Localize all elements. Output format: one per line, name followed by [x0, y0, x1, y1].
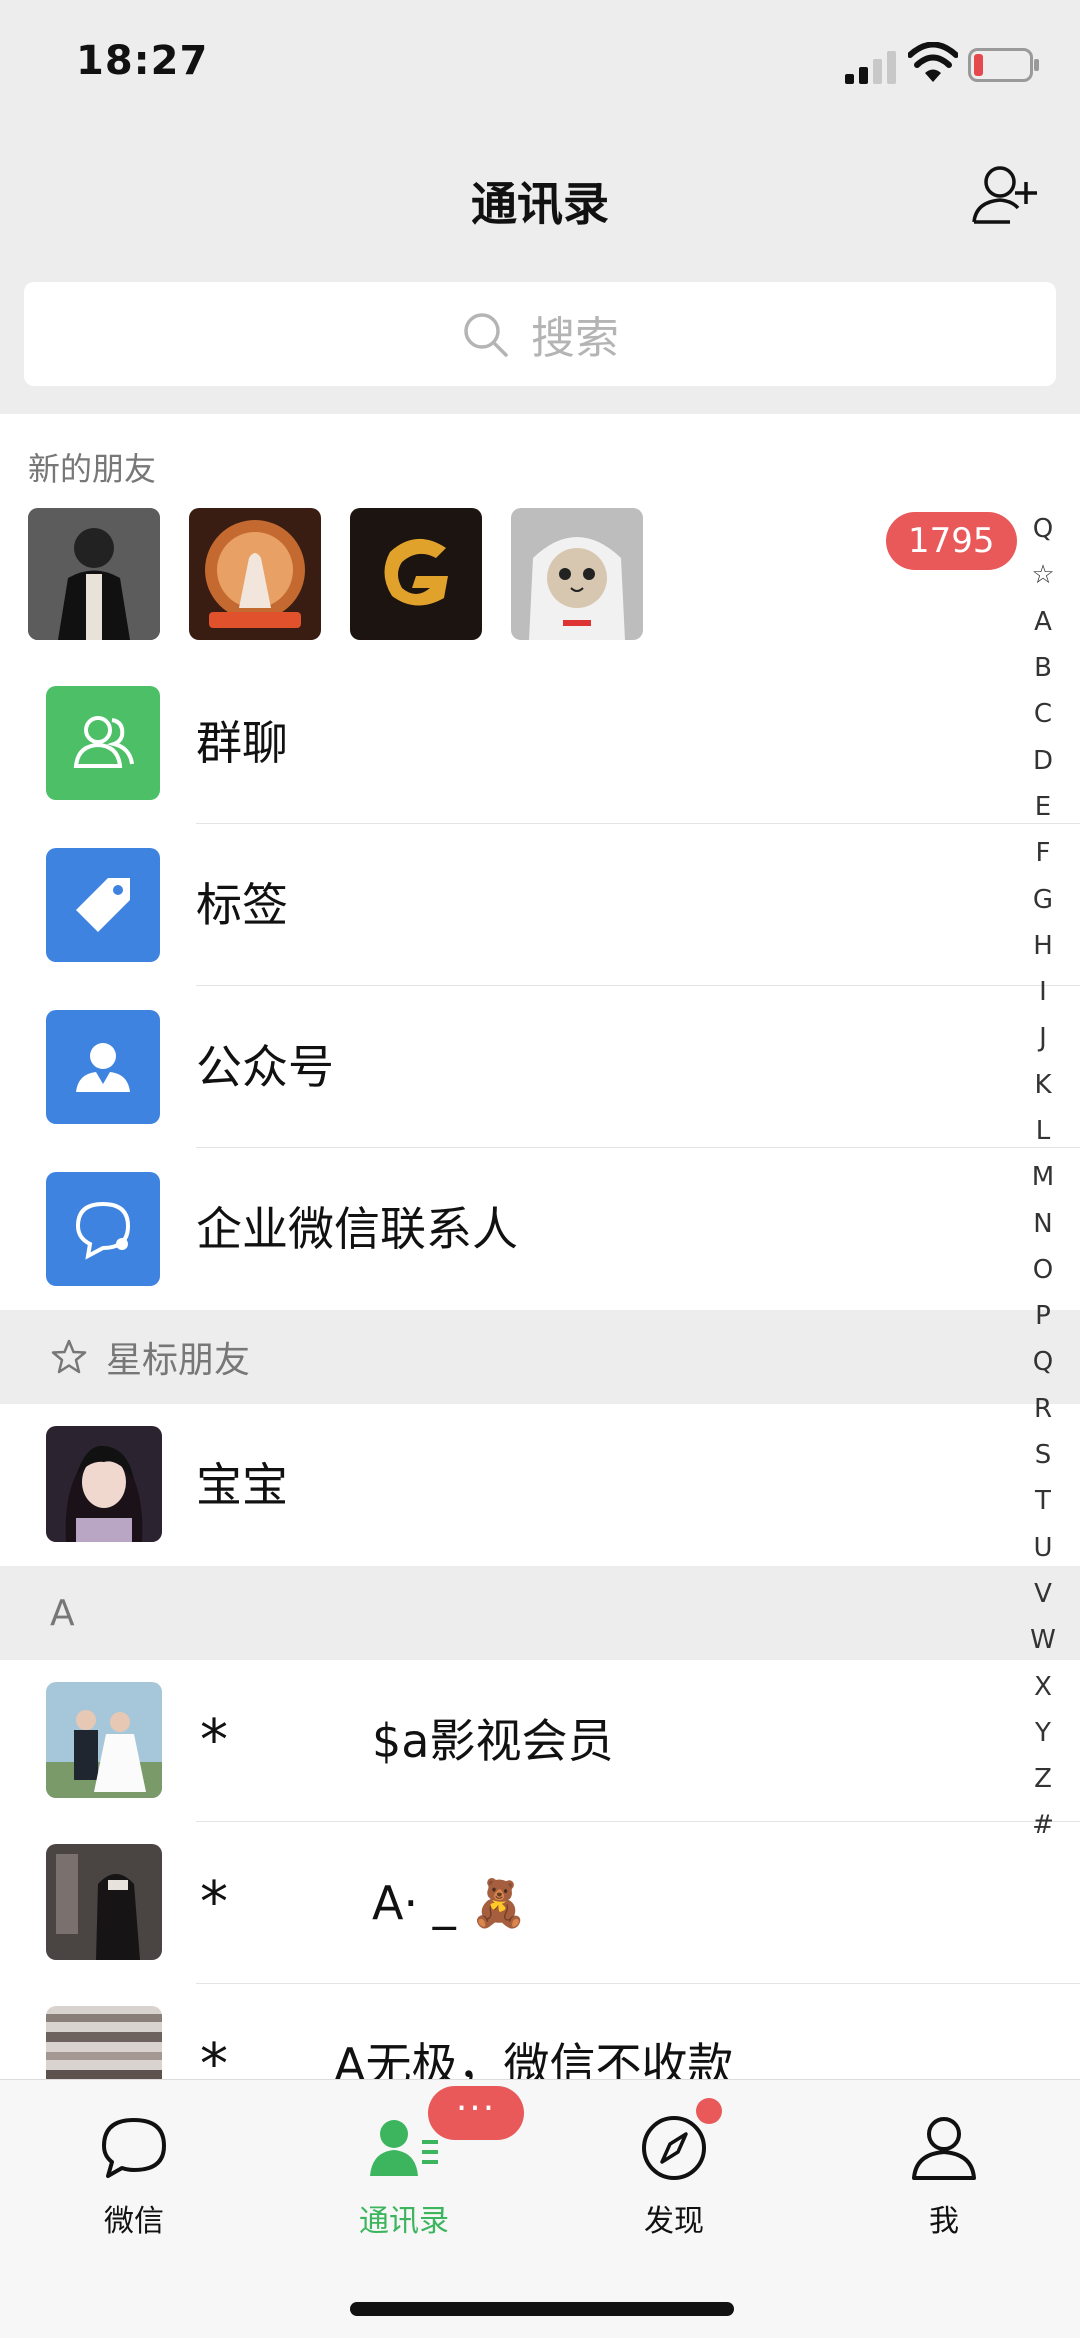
- official-account-icon: [46, 1010, 160, 1124]
- enterprise-wechat-icon: [46, 1172, 160, 1286]
- avatar[interactable]: [189, 508, 321, 640]
- search-icon: [464, 313, 508, 357]
- contact-star-mark: *: [200, 1708, 228, 1773]
- index-letter[interactable]: R: [1018, 1386, 1068, 1432]
- tab-chats[interactable]: 微信: [44, 2110, 224, 2240]
- index-letter[interactable]: F: [1018, 830, 1068, 876]
- menu-item-enterprise-contacts[interactable]: 企业微信联系人: [0, 1148, 1080, 1310]
- tab-label: 通讯录: [359, 2204, 449, 2239]
- group-chat-icon: [46, 686, 160, 800]
- index-letter[interactable]: U: [1018, 1525, 1068, 1571]
- search-input[interactable]: 搜索: [24, 282, 1056, 386]
- star-icon: [51, 1339, 87, 1374]
- search-placeholder: 搜索: [531, 313, 619, 364]
- new-friends-avatars[interactable]: [28, 508, 643, 640]
- contact-name: $a影视会员: [372, 1714, 614, 1768]
- discover-red-dot: [696, 2098, 722, 2124]
- alphabet-index[interactable]: Q ☆ A B C D E F G H I J K L M N O P Q R S T U V W X Y Z #: [1018, 506, 1068, 1849]
- section-header-a: A: [0, 1566, 1080, 1660]
- tab-bar: 微信 通讯录 发现 我: [0, 2079, 1080, 2338]
- status-time: 18:27: [76, 38, 209, 84]
- page-title: 通讯录: [471, 177, 609, 231]
- menu-item-label: 企业微信联系人: [196, 1202, 518, 1256]
- person-icon: [912, 2117, 976, 2180]
- menu-item-label: 群聊: [196, 716, 288, 770]
- index-letter[interactable]: N: [1018, 1200, 1068, 1246]
- menu-item-official-accounts[interactable]: 公众号: [0, 986, 1080, 1148]
- index-letter[interactable]: E: [1018, 784, 1068, 830]
- section-header-label: A: [50, 1592, 75, 1634]
- contact-star-mark: *: [200, 1870, 228, 1935]
- new-friends-count-badge: 1795: [886, 512, 1017, 570]
- contacts-list: 新的朋友 1795 群聊 标签 公众号 企业微信联系人 星标朋友 宝宝 A * …: [0, 414, 1080, 2079]
- contact-name: 宝宝: [196, 1458, 288, 1512]
- index-letter[interactable]: Q: [1018, 1339, 1068, 1385]
- tab-badge: ···: [428, 2086, 524, 2140]
- avatar[interactable]: [28, 508, 160, 640]
- index-letter[interactable]: D: [1018, 737, 1068, 783]
- index-letter[interactable]: A: [1018, 599, 1068, 645]
- contact-name: A无极，微信不收款: [334, 2038, 734, 2079]
- contact-star-mark: *: [200, 2032, 228, 2079]
- list-item[interactable]: 宝宝: [0, 1404, 1080, 1566]
- index-letter[interactable]: G: [1018, 876, 1068, 922]
- index-letter[interactable]: #: [1018, 1802, 1068, 1848]
- avatar: [46, 1426, 162, 1542]
- tab-me[interactable]: 我: [854, 2110, 1034, 2240]
- index-letter[interactable]: H: [1018, 923, 1068, 969]
- index-letter[interactable]: J: [1018, 1015, 1068, 1061]
- index-letter[interactable]: C: [1018, 691, 1068, 737]
- index-letter[interactable]: Z: [1018, 1756, 1068, 1802]
- index-letter[interactable]: L: [1018, 1108, 1068, 1154]
- menu-item-tags[interactable]: 标签: [0, 824, 1080, 986]
- index-letter[interactable]: Y: [1018, 1710, 1068, 1756]
- tab-label: 我: [929, 2204, 959, 2239]
- status-bar: 18:27: [0, 0, 1080, 130]
- index-letter[interactable]: S: [1018, 1432, 1068, 1478]
- list-item[interactable]: * A无极，微信不收款: [0, 1984, 1080, 2079]
- wifi-icon: [908, 42, 958, 82]
- menu-item-label: 标签: [196, 878, 288, 932]
- tab-label: 发现: [644, 2204, 704, 2239]
- index-letter[interactable]: P: [1018, 1293, 1068, 1339]
- index-letter[interactable]: O: [1018, 1247, 1068, 1293]
- index-letter[interactable]: M: [1018, 1154, 1068, 1200]
- home-indicator[interactable]: [350, 2302, 734, 2316]
- index-letter[interactable]: B: [1018, 645, 1068, 691]
- new-friends-label[interactable]: 新的朋友: [28, 444, 156, 490]
- nav-header: 通讯录: [0, 130, 1080, 260]
- avatar: [46, 2006, 162, 2079]
- index-letter[interactable]: V: [1018, 1571, 1068, 1617]
- avatar[interactable]: [511, 508, 643, 640]
- tag-icon: [46, 848, 160, 962]
- index-letter[interactable]: X: [1018, 1663, 1068, 1709]
- menu-item-group-chat[interactable]: 群聊: [0, 662, 1080, 824]
- menu-item-label: 公众号: [196, 1040, 334, 1094]
- menu-list: 群聊 标签 公众号 企业微信联系人: [0, 662, 1080, 1310]
- index-letter[interactable]: ☆: [1018, 552, 1068, 598]
- contact-name: A· _ 🧸: [372, 1876, 528, 1930]
- section-header-starred: 星标朋友: [0, 1310, 1080, 1404]
- index-letter[interactable]: T: [1018, 1478, 1068, 1524]
- avatar: [46, 1844, 162, 1960]
- index-letter[interactable]: Q: [1018, 506, 1068, 552]
- add-friend-icon[interactable]: [970, 160, 1040, 230]
- avatar: [46, 1682, 162, 1798]
- index-letter[interactable]: K: [1018, 1062, 1068, 1108]
- tab-label: 微信: [104, 2204, 164, 2239]
- index-letter[interactable]: W: [1018, 1617, 1068, 1663]
- list-item[interactable]: * $a影视会员: [0, 1660, 1080, 1822]
- section-header-label: 星标朋友: [106, 1340, 251, 1381]
- avatar[interactable]: [350, 508, 482, 640]
- battery-icon: [968, 48, 1039, 82]
- index-letter[interactable]: I: [1018, 969, 1068, 1015]
- chat-bubble-icon: [102, 2118, 166, 2178]
- signal-icon: [845, 51, 896, 84]
- list-item[interactable]: * A· _ 🧸: [0, 1822, 1080, 1984]
- tab-discover[interactable]: 发现: [584, 2110, 764, 2240]
